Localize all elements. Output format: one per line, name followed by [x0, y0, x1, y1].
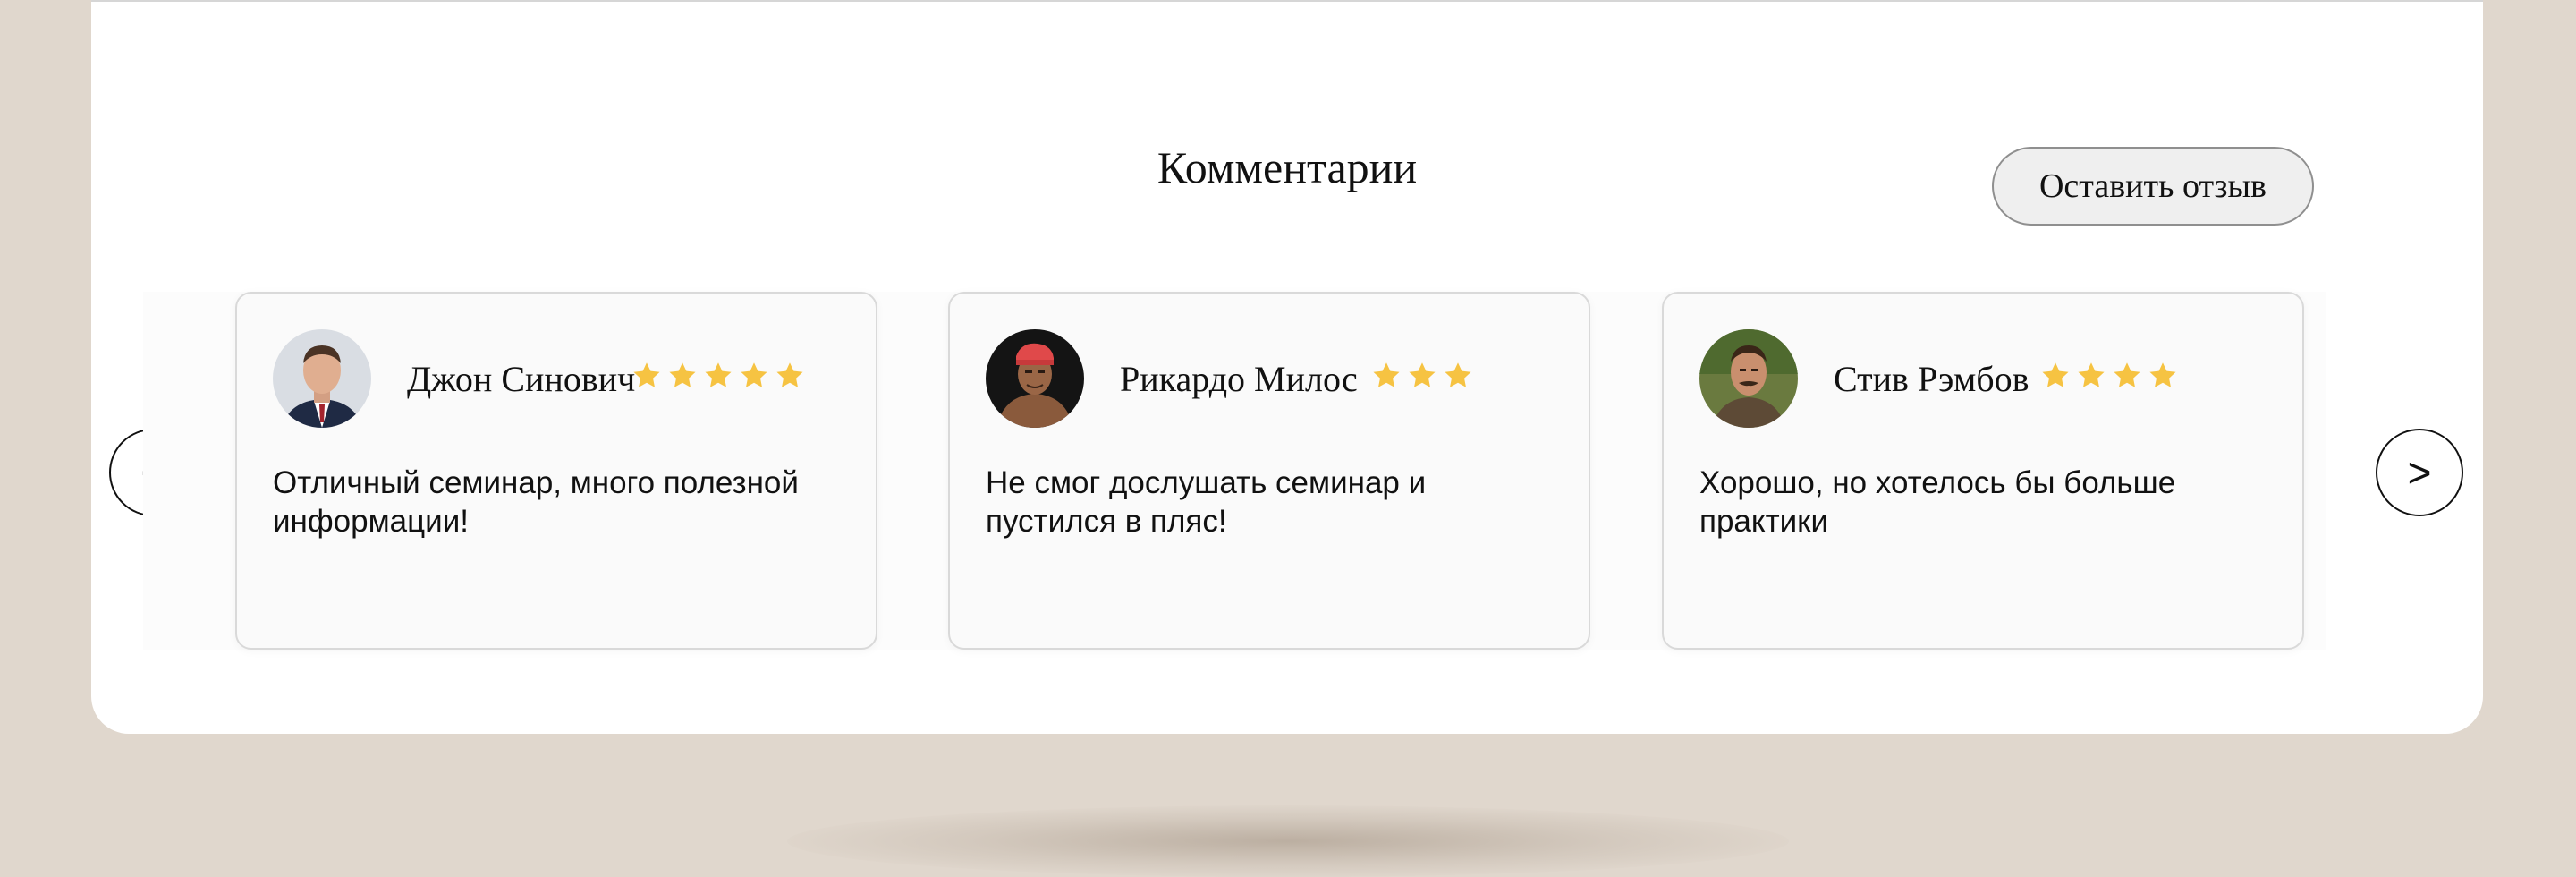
star-icon [669, 362, 696, 387]
rating-stars [2039, 360, 2179, 392]
review-comment: Отличный семинар, много полезной информа… [273, 465, 799, 539]
review-comment: Не смог дослушать семинар и пустился в п… [986, 465, 1427, 539]
leave-review-button[interactable]: Оставить отзыв [1992, 147, 2314, 226]
carousel-next-button[interactable]: > [2376, 429, 2463, 516]
star-icon [776, 362, 803, 387]
reviewer-name: Джон Синович [407, 359, 636, 399]
rating-stars [631, 360, 806, 392]
reviewer-name: Стив Рэмбов [1834, 359, 2029, 399]
reviews-carousel: Джон Синович Отличный семинар, много пол… [143, 292, 2326, 650]
star-icon [633, 362, 660, 387]
decorative-shadow [787, 805, 1789, 877]
star-icon [2149, 362, 2176, 387]
review-comment: Хорошо, но хотелось бы больше практики [1699, 465, 2176, 539]
chevron-right-icon: > [2407, 449, 2432, 496]
reviewer-name: Рикардо Милос [1120, 359, 1358, 399]
rating-stars [1370, 360, 1474, 392]
review-card: Рикардо Милос Не смог дослушать семинар … [948, 292, 1590, 650]
star-icon [1445, 362, 1471, 387]
star-icon [2078, 362, 2105, 387]
review-card: Стив Рэмбов Хорошо, но хотелось бы больш… [1662, 292, 2304, 650]
star-icon [2042, 362, 2069, 387]
star-icon [741, 362, 767, 387]
star-icon [1409, 362, 1436, 387]
avatar [273, 329, 371, 428]
star-icon [705, 362, 732, 387]
review-card: Джон Синович Отличный семинар, много пол… [235, 292, 877, 650]
star-icon [2114, 362, 2140, 387]
avatar [986, 329, 1084, 428]
avatar [1699, 329, 1798, 428]
star-icon [1373, 362, 1400, 387]
